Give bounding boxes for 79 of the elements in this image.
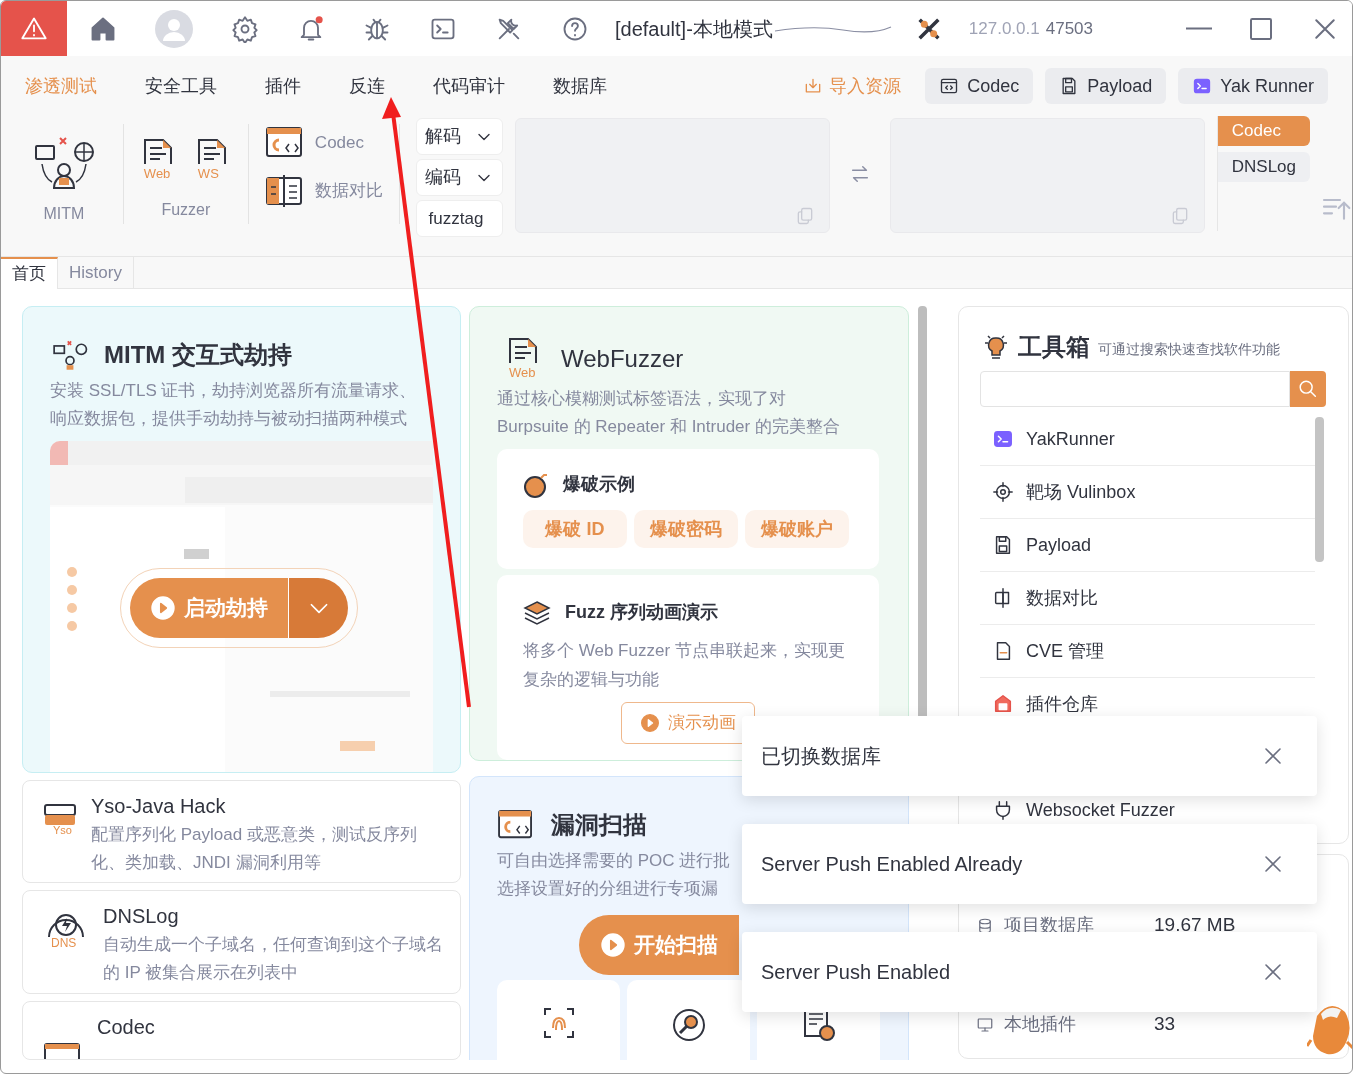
toolbox-item[interactable]: CVE 管理 [980,625,1315,678]
code-window-icon [939,76,960,96]
warning-button[interactable] [1,1,67,56]
bomb-icon [523,471,549,498]
feature-card[interactable]: DNS DNSLog 自动生成一个子域名，任何查询到这个子域名的 IP 被集合展示在列表中 [22,890,461,994]
monitor-icon [976,1015,994,1034]
description-line: 选择设置好的分组进行专项漏 [497,878,718,900]
database-icon [976,916,994,935]
toast-message: Server Push Enabled Already [761,852,1023,877]
terminal-icon [1192,76,1213,96]
stat-value: 19.67 MB [1154,913,1236,938]
window-title: [default]-本地模式 [615,16,773,42]
card-subtitle: 可通过搜索快速查找软件功能 [1098,339,1280,359]
menu-tab[interactable]: 安全工具 [145,72,217,100]
play-icon [150,595,176,621]
scrollbar[interactable] [1315,417,1324,562]
server-port: 47503 [1045,17,1093,40]
toolbar-button[interactable]: Codec [925,68,1034,104]
store-icon [992,693,1014,715]
menu-tab[interactable]: 反连 [349,72,385,100]
card-description: 自动生成一个子域名，任何查询到这个子域名的 IP 被集合展示在列表中 [103,934,444,985]
toolbox-item[interactable]: 数据对比 [980,572,1315,625]
toolbar-button[interactable]: Payload [1045,68,1167,104]
toolbar-button[interactable]: Yak Runner [1178,68,1328,104]
fuzzer-label: Fuzzer [161,200,211,220]
play-icon [600,932,626,958]
search-button[interactable] [1290,371,1326,407]
code-window-icon [43,1041,83,1059]
panel-title: 爆破示例 [563,473,635,496]
hacker-network-icon [50,338,90,372]
fingerprint-icon [541,1006,576,1040]
minimize-icon [1186,27,1212,30]
card-description: 通过核心模糊测试标签语法，实现了对 Burpsuite 的 Repeater 和 Intruder 的完美整合 [497,388,841,438]
feature-card[interactable]: Yso Yso-Java Hack 配置序列化 Payload 或恶意类，测试反序列化、类加载、JNDI 漏洞利用等 [22,780,461,884]
toolbox-item[interactable]: YakRunner [980,413,1315,466]
code-window-icon [497,809,535,841]
card-title: 漏洞扫描 [551,810,647,840]
crosshair-icon [992,481,1014,503]
scan-tile[interactable] [627,980,750,1060]
page-tab[interactable]: 首页 [1,257,58,289]
toast-message: Server Push Enabled [761,960,950,985]
lightbulb-icon [982,332,1010,362]
search-field[interactable] [980,371,1290,407]
dropdown-button[interactable] [288,578,348,638]
card-title: 工具箱 [1018,332,1090,362]
toast-message: 已切换数据库 [761,744,881,769]
stat-value: 33 [1154,1012,1176,1037]
description-line: 可自由选择需要的 POC 进行批 [497,850,731,872]
panel-description: 将多个 Web Fuzzer 节点串联起来，实现更复杂的逻辑与功能 [523,640,846,691]
menu-tab[interactable]: 代码审计 [433,72,505,100]
card-title: DNSLog [103,904,180,930]
fuzztag-button[interactable]: fuzztag [415,200,504,237]
code-window-icon [264,126,305,160]
stat-label: 本地插件 [1004,1013,1077,1036]
menu-tab[interactable]: 数据库 [553,72,607,100]
card-title: Codec [97,1014,155,1040]
terminal-icon [992,428,1014,450]
settings-icon-button[interactable] [231,14,259,43]
card-title: MITM 交互式劫持 [104,340,292,370]
dropdown[interactable]: 解码 [415,118,504,155]
mitm-label: MITM [43,204,85,224]
compare-icon [264,174,305,208]
card-description: 安装 SSL/TLS 证书，劫持浏览器所有流量请求、响应数据包，提供手动劫持与被动扫描两种模式 [50,380,418,430]
side-tab[interactable]: DNSLog [1217,152,1310,182]
settings-icon [231,14,259,43]
minimize-button[interactable] [1186,27,1212,30]
scan-tile[interactable] [497,980,620,1060]
layers-icon [523,599,551,626]
panel-title: Fuzz 序列动画演示 [565,601,718,624]
play-icon [640,713,660,733]
card-title: Yso-Java Hack [91,794,227,820]
server-address: 127.0.0.1 [968,17,1040,40]
search-icon [1297,378,1319,400]
card-description: 配置序列化 Payload 或恶意类，测试反序列化、类加载、JNDI 漏洞利用等 [91,824,418,875]
dropdown[interactable]: 编码 [415,159,504,196]
toolbox-item[interactable]: Payload [980,519,1315,572]
menu-tab[interactable]: 插件 [265,72,301,100]
feature-card[interactable]: Codec [22,1000,461,1060]
card-title: WebFuzzer [561,344,684,374]
